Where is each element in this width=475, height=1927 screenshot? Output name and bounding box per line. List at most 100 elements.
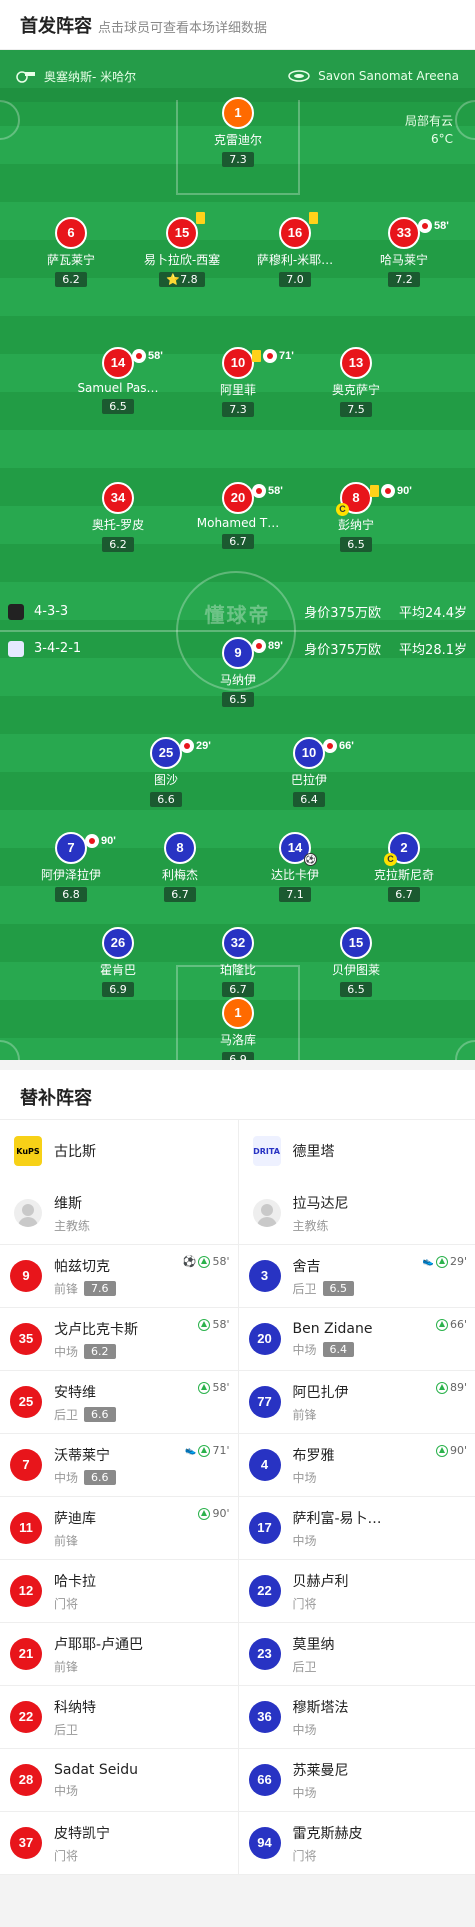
player-rating-value: 6.9	[229, 1053, 247, 1060]
goal-ball-icon: ⚽	[304, 853, 317, 866]
sub-row[interactable]: 21 卢耶耶-卢通巴 前锋	[0, 1623, 238, 1686]
team-away[interactable]: DRITA 德里塔	[239, 1120, 475, 1182]
home-player-3[interactable]: 16 萨穆利-米耶… 7.0	[240, 212, 350, 287]
sub-in-icon	[435, 1318, 448, 1331]
player-number: 14 ⚽	[279, 832, 317, 866]
player-name: 奥托-罗皮	[91, 518, 145, 532]
sub-row[interactable]: 20 Ben Zidane 中场 6.4 66'	[238, 1308, 475, 1371]
sub-row[interactable]: 25 安特维 后卫 6.6 58'	[0, 1371, 238, 1434]
away-player-10[interactable]: 1 马洛库 6.9	[183, 997, 293, 1060]
sub-row[interactable]: 94 雷克斯赫皮 门将	[238, 1812, 475, 1875]
player-rating: 6.7	[388, 887, 420, 902]
away-player-7[interactable]: 26 霍肯巴 6.9	[63, 927, 173, 997]
sub-number: 17	[248, 1512, 281, 1544]
sub-position: 中场	[54, 1470, 79, 1485]
home-player-5[interactable]: 14 58' Samuel Pas… 6.5	[63, 347, 173, 414]
team-logo-away: DRITA	[252, 1136, 281, 1166]
sub-position: 中场	[292, 1533, 317, 1548]
player-rating-value: 6.2	[62, 273, 80, 286]
sub-row[interactable]: 22 贝赫卢利 门将	[238, 1560, 475, 1623]
away-player-3[interactable]: 7 90' 阿伊泽拉伊 6.8	[16, 832, 126, 902]
sub-row[interactable]: 12 哈卡拉 门将	[0, 1560, 238, 1623]
sub-row[interactable]: 37 皮特凯宁 门将	[0, 1812, 238, 1875]
sub-name: 莫里纳	[292, 1636, 335, 1653]
away-player-9[interactable]: 15 贝伊图莱 6.5	[301, 927, 411, 997]
player-rating: 6.9	[222, 1052, 254, 1060]
coach-away[interactable]: 拉马达尼 主教练	[238, 1182, 475, 1245]
away-team-icon	[8, 640, 24, 657]
away-player-1[interactable]: 25 29' 图沙 6.6	[111, 737, 221, 807]
player-rating-value: 6.7	[395, 888, 413, 901]
player-number-text: 20	[230, 490, 246, 505]
sub-position: 中场	[292, 1470, 317, 1485]
sub-row[interactable]: 11 萨迪库 前锋 90'	[0, 1497, 238, 1560]
away-player-5[interactable]: 14 ⚽ 达比卡伊 7.1	[240, 832, 350, 902]
sub-time: 29'	[196, 740, 211, 752]
player-number: 1	[222, 997, 254, 1029]
player-number-text: 9	[234, 645, 242, 660]
home-player-6[interactable]: 10 71' 阿里菲 7.3	[183, 347, 294, 417]
sub-number: 7	[10, 1449, 42, 1481]
home-player-4[interactable]: 33 58' 哈马莱宁 7.2	[349, 217, 459, 287]
sub-row[interactable]: 7 沃蒂莱宁 中场 6.6 👟 71'	[0, 1434, 238, 1497]
sub-row[interactable]: 36 穆斯塔法 中场	[238, 1686, 475, 1749]
sub-in-icon	[198, 1507, 211, 1520]
captain-icon: C	[336, 503, 349, 516]
away-player-6[interactable]: 2 C 克拉斯尼奇 6.7	[349, 832, 459, 902]
assist-boot-icon: 👟	[185, 1445, 197, 1456]
player-rating: 6.5	[340, 982, 372, 997]
sub-number: 22	[10, 1701, 42, 1733]
sub-row[interactable]: 35 戈卢比克卡斯 中场 6.2 58'	[0, 1308, 238, 1371]
player-number: 1	[222, 97, 254, 129]
sub-row[interactable]: 66 苏莱曼尼 中场	[238, 1749, 475, 1812]
player-rating-value: 7.1	[286, 888, 304, 901]
sub-position: 门将	[292, 1596, 317, 1611]
player-number-text: 8	[352, 490, 360, 505]
away-player-4[interactable]: 8 利梅杰 6.7	[125, 832, 235, 902]
away-player-8[interactable]: 32 珀隆比 6.7	[183, 927, 293, 997]
coach-home[interactable]: 维斯 主教练	[0, 1182, 238, 1245]
player-rating: 7.3	[222, 402, 254, 417]
player-number-text: 10	[301, 745, 317, 760]
home-player-2[interactable]: 15 易卜拉欣-西塞 ⭐7.8	[127, 212, 237, 287]
sub-number: 3	[248, 1260, 281, 1292]
sub-row[interactable]: 77 阿巴扎伊 前锋 89'	[238, 1371, 475, 1434]
sub-position: 中场	[292, 1785, 317, 1800]
home-player-8[interactable]: 34 奥托-罗皮 6.2	[63, 482, 173, 552]
player-rating: 6.7	[164, 887, 196, 902]
player-number-text: 7	[67, 840, 75, 855]
sub-position: 中场	[54, 1344, 79, 1359]
home-player-0[interactable]: 1 克雷迪尔 7.3	[183, 97, 293, 167]
sub-row[interactable]: 9 帕兹切克 前锋 7.6 ⚽ 58'	[0, 1245, 238, 1308]
sub-rating: 6.4	[322, 1341, 355, 1357]
home-player-1[interactable]: 6 萨瓦莱宁 6.2	[16, 217, 126, 287]
away-player-2[interactable]: 10 66' 巴拉伊 6.4	[254, 737, 364, 807]
player-number: 8 90' C	[336, 482, 412, 516]
sub-position: 前锋	[54, 1281, 79, 1296]
away-formation: 3-4-2-1	[34, 641, 82, 656]
sub-row[interactable]: 28 Sadat Seidu 中场	[0, 1749, 238, 1812]
player-badges: 58'	[418, 212, 449, 240]
sub-event: 89'	[435, 1381, 467, 1394]
sub-out-icon	[418, 219, 432, 233]
sub-row[interactable]: 22 科纳特 后卫	[0, 1686, 238, 1749]
player-rating: 7.2	[388, 272, 420, 287]
sub-row[interactable]: 4 布罗雅 中场 90'	[238, 1434, 475, 1497]
away-player-0[interactable]: 9 89' 马纳伊 6.5	[183, 637, 293, 707]
sub-row[interactable]: 3 舍吉 后卫 6.5 👟 29'	[238, 1245, 475, 1308]
player-number: 33 58'	[388, 217, 449, 249]
home-player-10[interactable]: 8 90' C 彭纳宁 6.5	[301, 482, 412, 552]
player-number-text: 1	[234, 105, 242, 120]
home-player-9[interactable]: 20 58' Mohamed T… 6.7	[183, 482, 293, 549]
team-home[interactable]: KuPS 古比斯	[0, 1120, 238, 1182]
home-player-7[interactable]: 13 奥克萨宁 7.5	[301, 347, 411, 417]
goal-ball-icon: ⚽	[182, 1255, 197, 1268]
player-number-text: 26	[110, 935, 126, 950]
sub-row[interactable]: 17 萨利富-易卜… 中场	[238, 1497, 475, 1560]
subs-home: KuPS 古比斯 维斯 主教练 9 帕兹切克 前锋 7.6 ⚽ 58' 35 戈卢比克卡斯 中场…	[0, 1120, 238, 1875]
sub-rating: 6.2	[84, 1343, 116, 1359]
lineup-subtitle: 点击球员可查看本场详细数据	[98, 21, 268, 36]
sub-row[interactable]: 23 莫里纳 后卫	[238, 1623, 475, 1686]
yellow-card-icon	[370, 485, 379, 497]
sub-event: 66'	[435, 1318, 467, 1331]
